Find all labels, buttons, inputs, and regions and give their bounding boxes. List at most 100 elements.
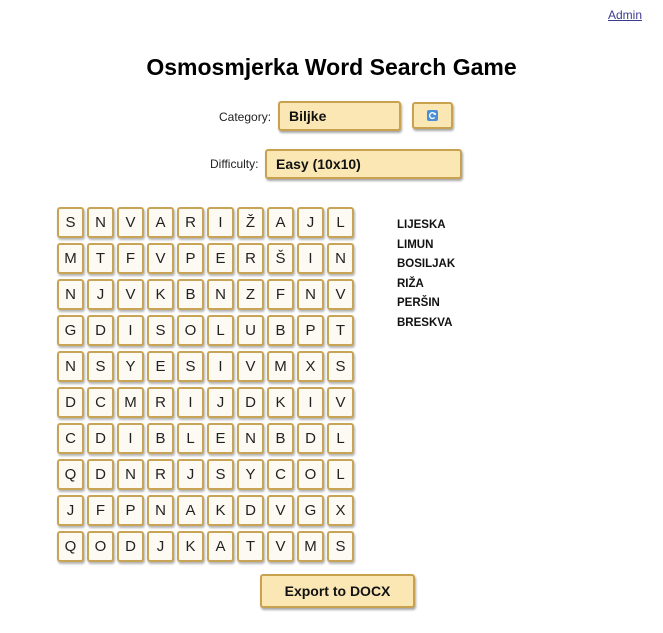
grid-cell[interactable]: V [327, 387, 354, 418]
grid-cell[interactable]: L [327, 423, 354, 454]
grid-cell[interactable]: T [237, 531, 264, 562]
grid-cell[interactable]: D [87, 315, 114, 346]
grid-cell[interactable]: K [177, 531, 204, 562]
grid-cell[interactable]: X [327, 495, 354, 526]
grid-cell[interactable]: S [177, 351, 204, 382]
grid-cell[interactable]: S [147, 315, 174, 346]
grid-cell[interactable]: I [117, 315, 144, 346]
grid-cell[interactable]: I [297, 387, 324, 418]
category-select[interactable]: Biljke [278, 101, 401, 131]
grid-cell[interactable]: S [87, 351, 114, 382]
export-docx-button[interactable]: Export to DOCX [260, 574, 415, 608]
grid-cell[interactable]: P [177, 243, 204, 274]
grid-cell[interactable]: D [237, 387, 264, 418]
grid-cell[interactable]: Y [237, 459, 264, 490]
grid-cell[interactable]: O [87, 531, 114, 562]
grid-cell[interactable]: B [267, 423, 294, 454]
grid-cell[interactable]: K [267, 387, 294, 418]
grid-cell[interactable]: E [207, 423, 234, 454]
grid-cell[interactable]: V [117, 279, 144, 310]
grid-cell[interactable]: C [267, 459, 294, 490]
grid-cell[interactable]: F [267, 279, 294, 310]
grid-cell[interactable]: Q [57, 531, 84, 562]
grid-cell[interactable]: L [327, 459, 354, 490]
grid-cell[interactable]: G [57, 315, 84, 346]
grid-cell[interactable]: A [177, 495, 204, 526]
grid-cell[interactable]: J [147, 531, 174, 562]
grid-cell[interactable]: E [147, 351, 174, 382]
grid-cell[interactable]: Z [237, 279, 264, 310]
grid-cell[interactable]: K [147, 279, 174, 310]
grid-cell[interactable]: M [117, 387, 144, 418]
grid-cell[interactable]: N [87, 207, 114, 238]
grid-cell[interactable]: T [87, 243, 114, 274]
grid-cell[interactable]: X [297, 351, 324, 382]
grid-cell[interactable]: O [177, 315, 204, 346]
grid-cell[interactable]: V [237, 351, 264, 382]
grid-cell[interactable]: I [117, 423, 144, 454]
grid-cell[interactable]: L [327, 207, 354, 238]
grid-cell[interactable]: F [87, 495, 114, 526]
grid-cell[interactable]: D [87, 423, 114, 454]
grid-cell[interactable]: U [237, 315, 264, 346]
grid-cell[interactable]: K [207, 495, 234, 526]
grid-cell[interactable]: S [207, 459, 234, 490]
grid-cell[interactable]: J [297, 207, 324, 238]
grid-cell[interactable]: I [177, 387, 204, 418]
grid-cell[interactable]: S [57, 207, 84, 238]
grid-cell[interactable]: N [117, 459, 144, 490]
grid-cell[interactable]: R [147, 387, 174, 418]
grid-cell[interactable]: D [297, 423, 324, 454]
grid-cell[interactable]: F [117, 243, 144, 274]
grid-cell[interactable]: P [297, 315, 324, 346]
grid-cell[interactable]: N [147, 495, 174, 526]
difficulty-select[interactable]: Easy (10x10) [265, 149, 462, 179]
grid-cell[interactable]: M [267, 351, 294, 382]
grid-cell[interactable]: B [177, 279, 204, 310]
grid-cell[interactable]: A [147, 207, 174, 238]
grid-cell[interactable]: D [237, 495, 264, 526]
grid-cell[interactable]: N [327, 243, 354, 274]
grid-cell[interactable]: N [297, 279, 324, 310]
grid-cell[interactable]: R [237, 243, 264, 274]
grid-cell[interactable]: P [117, 495, 144, 526]
grid-cell[interactable]: V [147, 243, 174, 274]
grid-cell[interactable]: N [57, 279, 84, 310]
grid-cell[interactable]: D [87, 459, 114, 490]
grid-cell[interactable]: Q [57, 459, 84, 490]
grid-cell[interactable]: I [207, 207, 234, 238]
grid-cell[interactable]: B [147, 423, 174, 454]
grid-cell[interactable]: N [237, 423, 264, 454]
refresh-button[interactable] [412, 102, 453, 129]
grid-cell[interactable]: N [57, 351, 84, 382]
grid-cell[interactable]: T [327, 315, 354, 346]
grid-cell[interactable]: D [117, 531, 144, 562]
grid-cell[interactable]: S [327, 351, 354, 382]
grid-cell[interactable]: E [207, 243, 234, 274]
grid-cell[interactable]: J [87, 279, 114, 310]
grid-cell[interactable]: A [267, 207, 294, 238]
grid-cell[interactable]: C [57, 423, 84, 454]
grid-cell[interactable]: M [57, 243, 84, 274]
grid-cell[interactable]: J [177, 459, 204, 490]
grid-cell[interactable]: L [207, 315, 234, 346]
grid-cell[interactable]: Š [267, 243, 294, 274]
grid-cell[interactable]: J [207, 387, 234, 418]
grid-cell[interactable]: B [267, 315, 294, 346]
grid-cell[interactable]: Y [117, 351, 144, 382]
grid-cell[interactable]: A [207, 531, 234, 562]
grid-cell[interactable]: C [87, 387, 114, 418]
grid-cell[interactable]: D [57, 387, 84, 418]
grid-cell[interactable]: M [297, 531, 324, 562]
grid-cell[interactable]: O [297, 459, 324, 490]
grid-cell[interactable]: L [177, 423, 204, 454]
grid-cell[interactable]: I [297, 243, 324, 274]
grid-cell[interactable]: J [57, 495, 84, 526]
grid-cell[interactable]: I [207, 351, 234, 382]
grid-cell[interactable]: R [147, 459, 174, 490]
admin-link[interactable]: Admin [608, 8, 642, 22]
grid-cell[interactable]: G [297, 495, 324, 526]
grid-cell[interactable]: V [327, 279, 354, 310]
grid-cell[interactable]: V [117, 207, 144, 238]
grid-cell[interactable]: V [267, 495, 294, 526]
